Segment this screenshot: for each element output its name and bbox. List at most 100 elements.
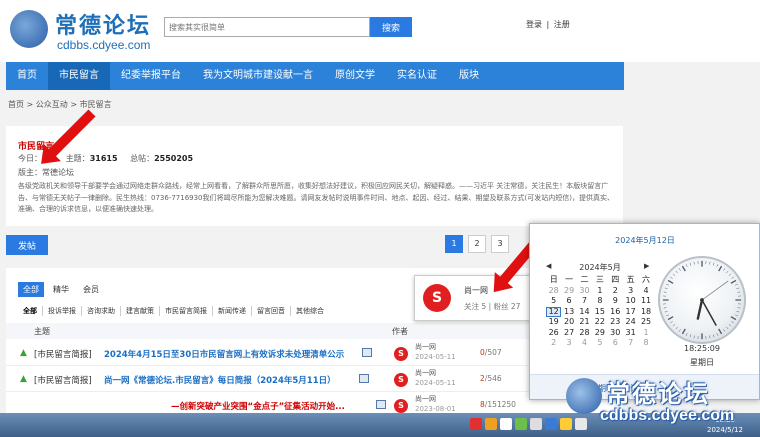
- calendar-day[interactable]: 28: [577, 328, 592, 339]
- author-avatar[interactable]: S: [394, 373, 408, 387]
- thread-title[interactable]: 2024年4月15日至30日市民留言网上有效诉求未处理清单公示: [104, 348, 344, 360]
- type-all[interactable]: 全部: [18, 306, 43, 316]
- type-help[interactable]: 咨询求助: [82, 306, 121, 316]
- type-news[interactable]: 新闻传递: [213, 306, 252, 316]
- calendar-day[interactable]: 20: [561, 317, 576, 328]
- login-link[interactable]: 登录: [526, 20, 542, 29]
- nav-item-verification[interactable]: 实名认证: [386, 62, 448, 90]
- calendar-day[interactable]: 12: [546, 306, 562, 317]
- thread-type[interactable]: [市民留言简报]: [34, 374, 92, 386]
- calendar-day[interactable]: 8: [638, 338, 653, 349]
- site-logo-title[interactable]: 常德论坛: [55, 8, 151, 40]
- calendar-day[interactable]: 24: [623, 317, 638, 328]
- tray-app-icon[interactable]: [545, 418, 557, 430]
- thread-author[interactable]: 尚一网: [415, 368, 436, 378]
- calendar-day[interactable]: 21: [577, 317, 592, 328]
- calendar-day[interactable]: 3: [623, 286, 638, 297]
- calendar-weekday: 二: [580, 275, 589, 284]
- calendar-day[interactable]: 14: [577, 307, 592, 318]
- filter-all[interactable]: 全部: [18, 282, 44, 297]
- calendar-next-icon[interactable]: ▶: [644, 262, 649, 270]
- type-complaint[interactable]: 投诉举报: [43, 306, 82, 316]
- thread-type[interactable]: [市民留言简报]: [34, 348, 92, 360]
- calendar-day[interactable]: 4: [577, 338, 592, 349]
- calendar-day[interactable]: 29: [592, 328, 607, 339]
- breadcrumb-home[interactable]: 首页: [8, 100, 24, 109]
- calendar-day[interactable]: 8: [592, 296, 607, 307]
- type-suggestion[interactable]: 建言献策: [121, 306, 160, 316]
- calendar-day[interactable]: 10: [623, 296, 638, 307]
- nav-item-home[interactable]: 首页: [6, 62, 48, 90]
- type-other[interactable]: 其他综合: [291, 306, 329, 316]
- type-brief[interactable]: 市民留言简报: [160, 306, 213, 316]
- calendar-day[interactable]: 2: [546, 338, 561, 349]
- nav-item-civilized-city[interactable]: 我为文明城市建设献一言: [192, 62, 324, 90]
- tray-volume-icon[interactable]: [575, 418, 587, 430]
- calendar-day[interactable]: 5: [592, 338, 607, 349]
- calendar-day[interactable]: 28: [546, 286, 561, 297]
- author-avatar[interactable]: S: [394, 347, 408, 361]
- calendar-day[interactable]: 25: [638, 317, 653, 328]
- calendar-day[interactable]: 15: [592, 307, 607, 318]
- calendar-day[interactable]: 27: [561, 328, 576, 339]
- new-post-button[interactable]: 发帖: [6, 235, 48, 255]
- calendar-day[interactable]: 13: [561, 307, 576, 318]
- calendar-day[interactable]: 22: [592, 317, 607, 328]
- nav-item-boards[interactable]: 版块: [448, 62, 490, 90]
- pager-page-1[interactable]: 1: [445, 235, 463, 253]
- calendar-date-link[interactable]: 2024年5月12日: [530, 235, 760, 246]
- nav-item-original-literature[interactable]: 原创文学: [324, 62, 386, 90]
- calendar-day[interactable]: 31: [623, 328, 638, 339]
- calendar-day[interactable]: 1: [638, 328, 653, 339]
- calendar-day[interactable]: 17: [623, 307, 638, 318]
- calendar-day[interactable]: 18: [638, 307, 653, 318]
- calendar-day[interactable]: 7: [623, 338, 638, 349]
- calendar-day[interactable]: 29: [561, 286, 576, 297]
- calendar-day[interactable]: 11: [638, 296, 653, 307]
- calendar-day[interactable]: 1: [592, 286, 607, 297]
- calendar-day[interactable]: 30: [608, 328, 623, 339]
- register-link[interactable]: 注册: [554, 20, 570, 29]
- calendar-day[interactable]: 6: [608, 338, 623, 349]
- search-input[interactable]: [164, 17, 370, 37]
- taskbar-date[interactable]: 2024/5/12: [707, 426, 743, 434]
- calendar-day[interactable]: 26: [546, 328, 561, 339]
- profile-name[interactable]: 尚一网: [464, 285, 488, 296]
- tray-app-icon[interactable]: [530, 418, 542, 430]
- calendar-week-row: 26 27 28 29 30 31 1: [546, 328, 654, 339]
- calendar-day[interactable]: 9: [608, 296, 623, 307]
- thread-title[interactable]: —创新突破产业突围“金点子”征集活动开始...: [171, 400, 345, 412]
- thread-author[interactable]: 尚一网: [415, 342, 436, 352]
- profile-avatar[interactable]: S: [423, 284, 451, 312]
- tray-app-icon[interactable]: [515, 418, 527, 430]
- nav-item-citizen-messages[interactable]: 市民留言: [48, 62, 110, 90]
- calendar-day[interactable]: 23: [608, 317, 623, 328]
- calendar-day[interactable]: 6: [561, 296, 576, 307]
- filter-member[interactable]: 会员: [78, 282, 104, 297]
- tray-app-icon[interactable]: [500, 418, 512, 430]
- calendar-day[interactable]: 2: [608, 286, 623, 297]
- search-button[interactable]: 搜索: [370, 17, 412, 37]
- calendar-day[interactable]: 5: [546, 296, 561, 307]
- author-avatar[interactable]: S: [394, 399, 408, 413]
- tray-app-icon[interactable]: [485, 418, 497, 430]
- calendar-day[interactable]: 3: [561, 338, 576, 349]
- breadcrumb-public[interactable]: 公众互动: [36, 100, 68, 109]
- pager-page-3[interactable]: 3: [491, 235, 509, 253]
- thread-title[interactable]: 尚一网《常德论坛.市民留言》每日简报（2024年5月11日）: [104, 374, 336, 386]
- calendar-day[interactable]: 19: [546, 317, 561, 328]
- thread-author[interactable]: 尚一网: [415, 394, 436, 404]
- calendar-day[interactable]: 30: [577, 286, 592, 297]
- pager-page-2[interactable]: 2: [468, 235, 486, 253]
- calendar-day[interactable]: 4: [638, 286, 653, 297]
- calendar-day[interactable]: 16: [608, 307, 623, 318]
- calendar-day[interactable]: 7: [577, 296, 592, 307]
- type-reply[interactable]: 留言回音: [252, 306, 291, 316]
- calendar-month-label[interactable]: 2024年5月: [546, 262, 654, 273]
- filter-digest[interactable]: 精华: [48, 282, 74, 297]
- site-logo-icon[interactable]: [10, 10, 48, 48]
- breadcrumb-current[interactable]: 市民留言: [80, 100, 112, 109]
- nav-item-discipline-report[interactable]: 纪委举报平台: [110, 62, 192, 90]
- tray-app-icon[interactable]: [560, 418, 572, 430]
- tray-app-icon[interactable]: [470, 418, 482, 430]
